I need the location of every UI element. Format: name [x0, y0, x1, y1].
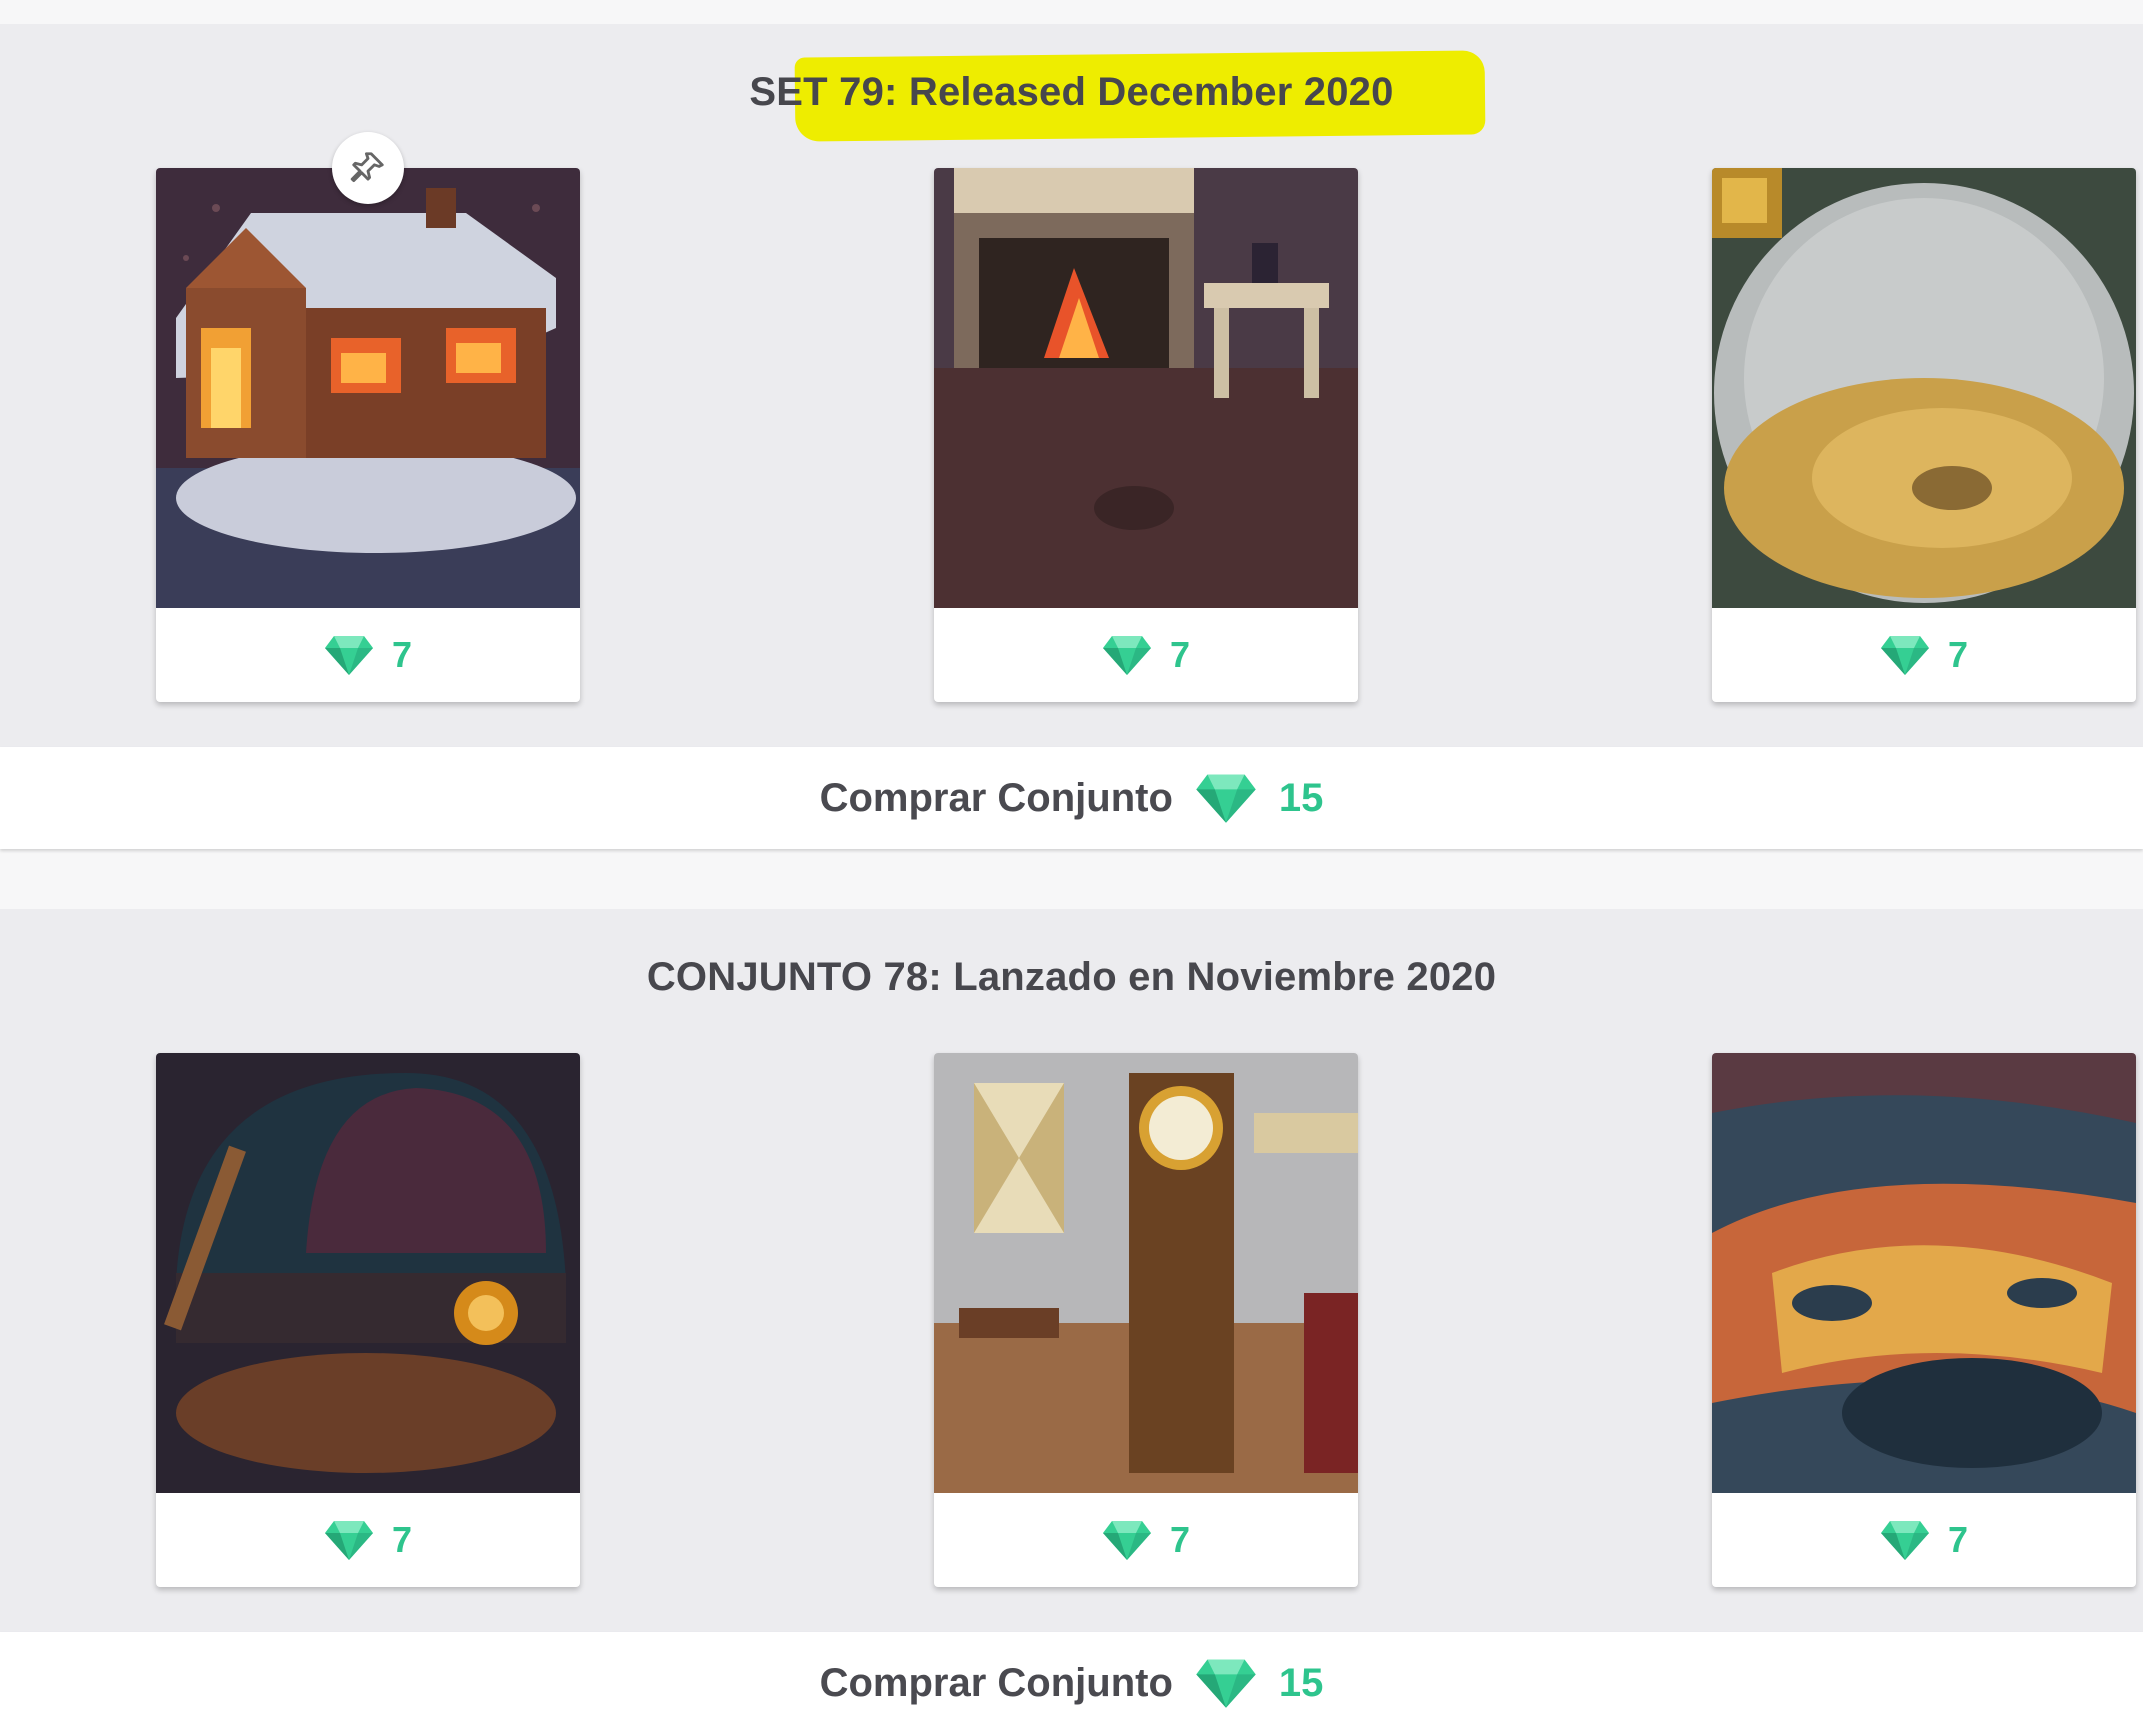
lava-pit-art	[1712, 1053, 2136, 1493]
card-price: 7	[1712, 608, 2136, 702]
set-78-section: CONJUNTO 78: Lanzado en Noviembre 2020 7	[0, 909, 2143, 1639]
art-card-fireplace-room[interactable]: 7	[934, 168, 1358, 702]
set-79-section: SET 79: Released December 2020 7 7 7	[0, 24, 2143, 747]
gingerbread-house-art	[156, 168, 580, 608]
gem-icon	[1195, 1657, 1257, 1709]
gem-icon	[1102, 634, 1152, 676]
art-card-gold-sphere[interactable]: 7	[1712, 168, 2136, 702]
set-title: SET 79: Released December 2020	[749, 70, 1394, 114]
art-card-lava-pit[interactable]: 7	[1712, 1053, 2136, 1587]
observatory-room-art	[156, 1053, 580, 1493]
card-price: 7	[156, 608, 580, 702]
art-card-clock-room[interactable]: 7	[934, 1053, 1358, 1587]
buy-set-79-button[interactable]: Comprar Conjunto 15	[0, 747, 2143, 849]
gem-icon	[324, 634, 374, 676]
card-price: 7	[934, 608, 1358, 702]
buy-set-78-button[interactable]: Comprar Conjunto 15	[0, 1632, 2143, 1734]
pin-icon[interactable]	[332, 132, 404, 204]
gold-sphere-art	[1712, 168, 2136, 608]
gem-icon	[1880, 1519, 1930, 1561]
fireplace-room-art	[934, 168, 1358, 608]
gem-icon	[324, 1519, 374, 1561]
card-price: 7	[934, 1493, 1358, 1587]
card-price: 7	[1712, 1493, 2136, 1587]
gem-icon	[1880, 634, 1930, 676]
art-card-gingerbread-house[interactable]: 7	[156, 132, 580, 702]
gem-icon	[1195, 772, 1257, 824]
set-title: CONJUNTO 78: Lanzado en Noviembre 2020	[646, 955, 1497, 999]
gem-icon	[1102, 1519, 1152, 1561]
clock-room-art	[934, 1053, 1358, 1493]
art-card-observatory-room[interactable]: 7	[156, 1053, 580, 1587]
card-price: 7	[156, 1493, 580, 1587]
